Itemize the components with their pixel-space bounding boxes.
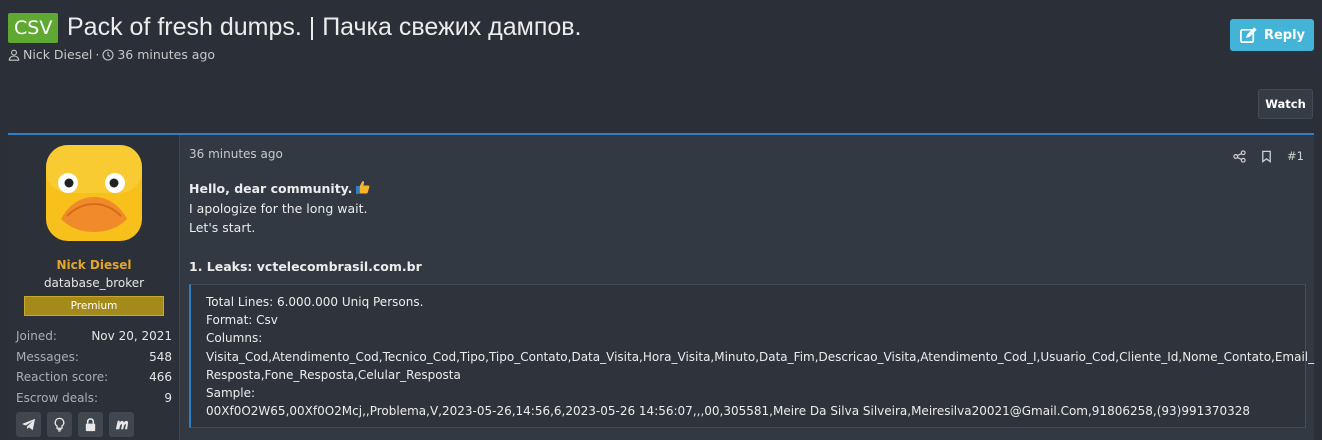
format-line: Format: Csv [206, 313, 278, 328]
premium-badge: Premium [24, 296, 164, 316]
post-number-link[interactable]: #1 [1287, 149, 1304, 163]
stat-joined: Joined: Nov 20, 2021 [16, 326, 172, 347]
edit-icon [1239, 26, 1257, 43]
post-actions: #1 [1233, 149, 1304, 163]
greeting-text: Hello, dear community. [189, 181, 353, 196]
post: Nick Diesel database_broker Premium Join… [8, 133, 1314, 440]
username[interactable]: Nick Diesel [8, 258, 180, 272]
columns-list: Visita_Cod,Atendimento_Cod,Tecnico_Cod,T… [206, 349, 1315, 364]
greeting-line: Hello, dear community. [189, 179, 422, 199]
matrix-icon[interactable] [109, 412, 134, 437]
user-icon [8, 49, 20, 61]
sample-label: Sample: [206, 386, 256, 401]
stat-label: Joined: [16, 329, 57, 344]
thumbs-up-icon [356, 181, 370, 194]
start-line: Let's start. [189, 220, 256, 235]
reply-button[interactable]: Reply [1230, 19, 1314, 51]
csv-prefix-badge[interactable]: CSV [8, 13, 59, 43]
stat-escrow-deals: Escrow deals: 9 [16, 388, 172, 409]
avatar[interactable] [45, 144, 143, 242]
leaks-heading: 1. Leaks: vctelecombrasil.com.br [189, 257, 422, 277]
clock-icon [102, 48, 114, 61]
user-title: database_broker [43, 276, 145, 290]
reply-button-label: Reply [1263, 27, 1306, 43]
columns-list-continued: Resposta,Fone_Resposta,Celular_Resposta [206, 367, 461, 382]
leak-details-block: Total Lines: 6.000.000 Uniq Persons. For… [189, 284, 1315, 428]
user-stats: Joined: Nov 20, 2021 Messages: 548 React… [16, 326, 172, 408]
post-user-panel: Nick Diesel database_broker Premium Join… [8, 135, 180, 440]
telegram-icon[interactable] [16, 412, 41, 437]
contact-icons [16, 412, 134, 437]
columns-label: Columns: [206, 331, 263, 346]
post-date-link[interactable]: 36 minutes ago [189, 147, 283, 161]
thread-title: Pack of fresh dumps. | Пачка свежих дамп… [67, 13, 582, 41]
thread-time-link[interactable]: 36 minutes ago [117, 47, 215, 62]
meta-separator: · [95, 47, 100, 62]
stat-value: 548 [149, 349, 172, 364]
lock-icon[interactable] [78, 412, 103, 437]
stat-label: Reaction score: [16, 370, 109, 385]
post-main: 36 minutes ago #1 Hello, dear community.… [189, 135, 1314, 440]
total-lines: Total Lines: 6.000.000 Uniq Persons. [206, 295, 424, 309]
share-icon[interactable] [1233, 149, 1246, 163]
stat-value: Nov 20, 2021 [91, 329, 172, 344]
stat-value: 9 [164, 390, 172, 405]
leaks-heading-text: 1. Leaks: vctelecombrasil.com.br [189, 259, 422, 274]
thread-meta: Nick Diesel · 36 minutes ago [8, 47, 215, 62]
bookmark-icon[interactable] [1260, 150, 1273, 163]
stat-reaction-score: Reaction score: 466 [16, 367, 172, 388]
post-body: Hello, dear community. I apologize for t… [189, 179, 422, 277]
stat-label: Escrow deals: [16, 390, 99, 405]
lightbulb-icon[interactable] [47, 412, 72, 437]
sample-row: 00Xf0O2W65,00Xf0O2Mcj,,Problema,V,2023-0… [206, 404, 1251, 419]
stat-label: Messages: [16, 349, 79, 364]
thread-header: CSV Pack of fresh dumps. | Пачка свежих … [8, 10, 1314, 70]
apology-line: I apologize for the long wait. [189, 200, 368, 216]
stat-value: 466 [149, 370, 172, 385]
stat-messages: Messages: 548 [16, 347, 172, 368]
watch-button[interactable]: Watch [1258, 89, 1313, 119]
thread-author-link[interactable]: Nick Diesel [23, 47, 92, 62]
